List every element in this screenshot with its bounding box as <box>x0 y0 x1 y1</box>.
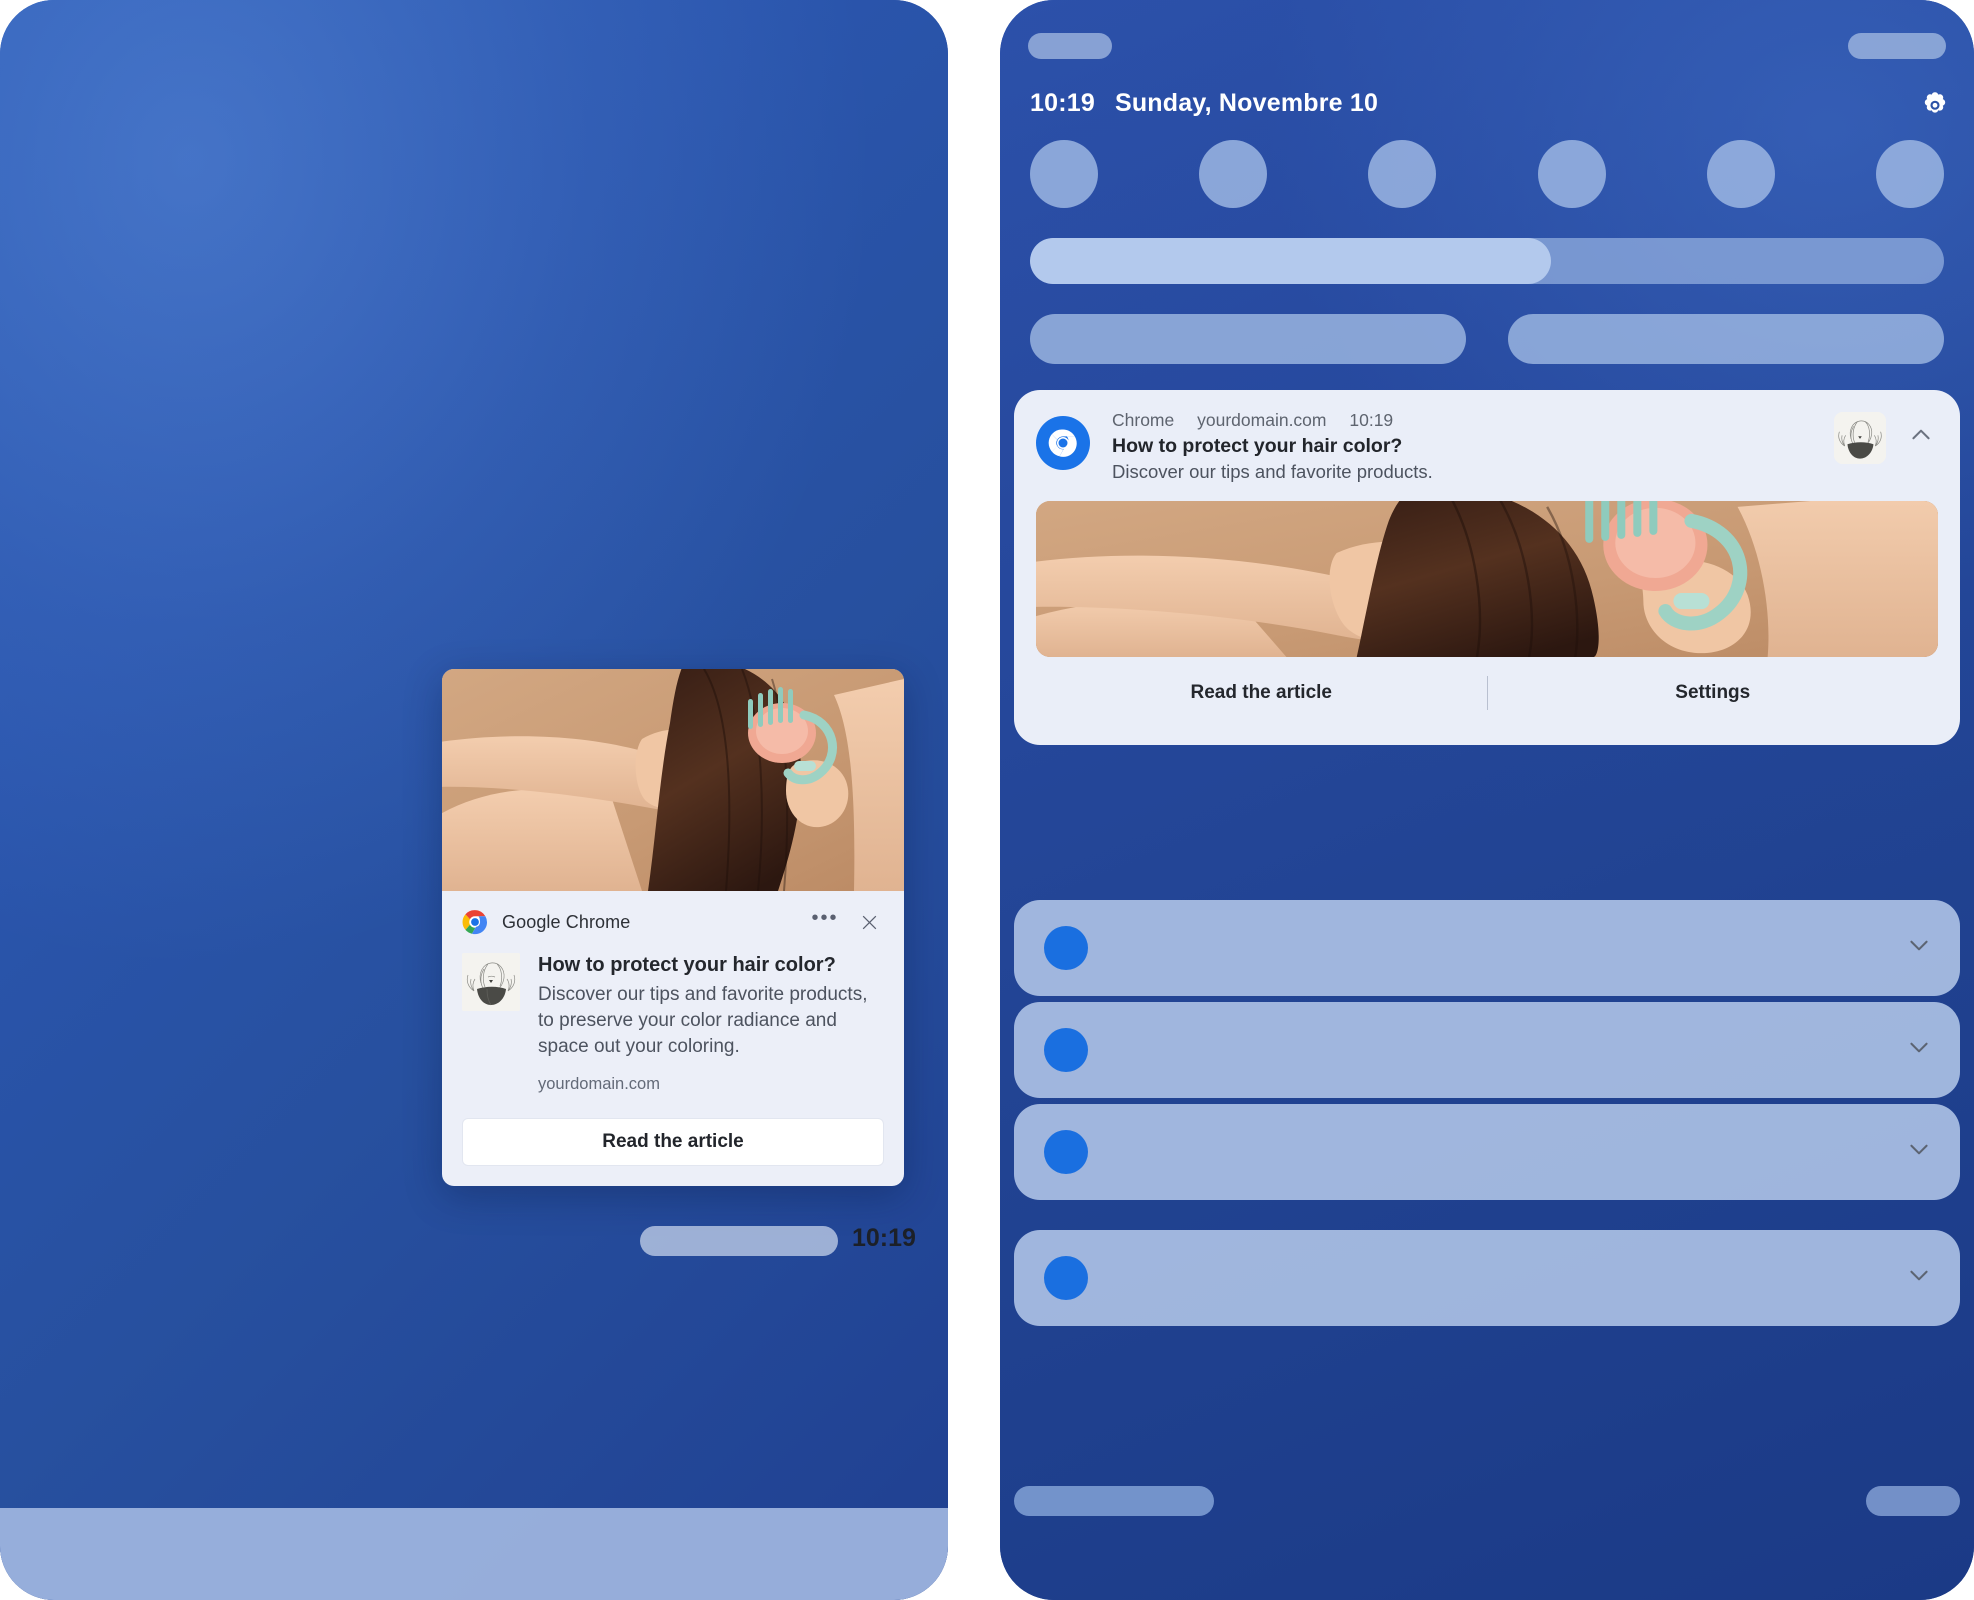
phone-status-bar <box>1028 32 1946 60</box>
phone-notification-header: Chrome yourdomain.com 10:19 How to prote… <box>1036 410 1938 483</box>
phone-bottom-right-placeholder[interactable] <box>1866 1486 1960 1516</box>
app-icon-placeholder <box>1044 1130 1088 1174</box>
collapsed-notification-row[interactable] <box>1014 900 1960 996</box>
notification-content: How to protect your hair color? Discover… <box>462 953 884 1094</box>
phone-notification-domain: yourdomain.com <box>1197 410 1327 430</box>
phone-clock: 10:19 <box>1030 88 1095 117</box>
quick-toggle[interactable] <box>1368 140 1437 208</box>
notification-description: Discover our tips and favorite products,… <box>538 984 868 1058</box>
app-icon-placeholder <box>1044 926 1088 970</box>
phone-date: Sunday, Novembre 10 <box>1114 88 1379 117</box>
quick-toggle[interactable] <box>1537 140 1606 208</box>
quick-toggle[interactable] <box>1199 140 1268 208</box>
taskbar-clock[interactable]: 10:19 <box>852 1224 916 1253</box>
status-bar-left-placeholder <box>1028 33 1112 59</box>
notification-title: How to protect your hair color? <box>538 954 836 976</box>
read-the-article-button[interactable]: Read the article <box>462 1117 884 1166</box>
screenshot-stage: Google Chrome ••• How to protect your ha… <box>0 0 1974 1600</box>
collapsed-notification-row[interactable] <box>1014 1002 1960 1098</box>
phone-notification-description: Discover our tips and favorite products. <box>1112 461 1433 482</box>
quick-settings-toggles[interactable] <box>1030 140 1944 208</box>
brightness-slider-fill <box>1030 238 1551 284</box>
chevron-up-icon[interactable] <box>1904 418 1938 452</box>
ellipsis-icon[interactable]: ••• <box>810 907 840 937</box>
notification-text-block: How to protect your hair color? Discover… <box>538 953 884 1094</box>
chrome-icon <box>1036 416 1090 470</box>
desktop-notification-toast[interactable]: Google Chrome ••• How to protect your ha… <box>442 669 904 1186</box>
phone-notification-meta: Chrome yourdomain.com 10:19 <box>1112 410 1822 431</box>
desktop-taskbar[interactable] <box>0 1508 948 1600</box>
woman-illustration-avatar <box>1834 412 1886 464</box>
chrome-icon <box>462 909 488 935</box>
taskbar-placeholder-pill[interactable] <box>640 1226 838 1256</box>
quick-settings-pills[interactable] <box>1030 314 1944 364</box>
phone-notification-title: How to protect your hair color? <box>1112 435 1403 457</box>
notification-app-bar: Google Chrome ••• <box>462 905 884 939</box>
phone-notification-time: 10:19 <box>1349 410 1394 430</box>
phone-notification-text: Chrome yourdomain.com 10:19 How to prote… <box>1112 410 1822 483</box>
phone-notification-hero-image <box>1036 501 1938 657</box>
desktop-device: Google Chrome ••• How to protect your ha… <box>0 0 948 1600</box>
app-icon-placeholder <box>1044 1028 1088 1072</box>
quick-settings-pill[interactable] <box>1508 314 1944 364</box>
phone-date-bar: 10:19 Sunday, Novembre 10 <box>1030 80 1952 126</box>
gear-icon[interactable] <box>1918 86 1952 120</box>
phone-notification-card[interactable]: Chrome yourdomain.com 10:19 How to prote… <box>1014 390 1960 745</box>
phone-notification-header-right <box>1834 410 1938 483</box>
collapsed-notification-row[interactable] <box>1014 1104 1960 1200</box>
chevron-down-icon[interactable] <box>1904 1260 1934 1290</box>
settings-action[interactable]: Settings <box>1488 682 1939 704</box>
chevron-down-icon[interactable] <box>1904 1032 1934 1062</box>
quick-toggle[interactable] <box>1875 140 1944 208</box>
read-the-article-action[interactable]: Read the article <box>1036 682 1487 704</box>
status-bar-right-placeholder <box>1848 33 1946 59</box>
quick-settings-pill[interactable] <box>1030 314 1466 364</box>
phone-device: 10:19 Sunday, Novembre 10 Chrome yourdom… <box>1000 0 1974 1600</box>
brightness-slider[interactable] <box>1030 238 1944 284</box>
quick-toggle[interactable] <box>1030 140 1098 208</box>
phone-notification-app-name: Chrome <box>1112 410 1175 430</box>
phone-notification-actions: Read the article Settings <box>1036 657 1938 729</box>
app-icon-placeholder <box>1044 1256 1088 1300</box>
notification-body: Google Chrome ••• How to protect your ha… <box>442 891 904 1186</box>
quick-toggle[interactable] <box>1706 140 1775 208</box>
collapsed-notification-row[interactable] <box>1014 1230 1960 1326</box>
close-icon[interactable] <box>854 907 884 937</box>
chevron-down-icon[interactable] <box>1904 1134 1934 1164</box>
chevron-down-icon[interactable] <box>1904 930 1934 960</box>
notification-hero-image <box>442 669 904 891</box>
phone-bottom-left-placeholder[interactable] <box>1014 1486 1214 1516</box>
notification-domain: yourdomain.com <box>538 1074 660 1093</box>
notification-app-name: Google Chrome <box>502 911 631 932</box>
woman-illustration-avatar <box>462 953 520 1011</box>
